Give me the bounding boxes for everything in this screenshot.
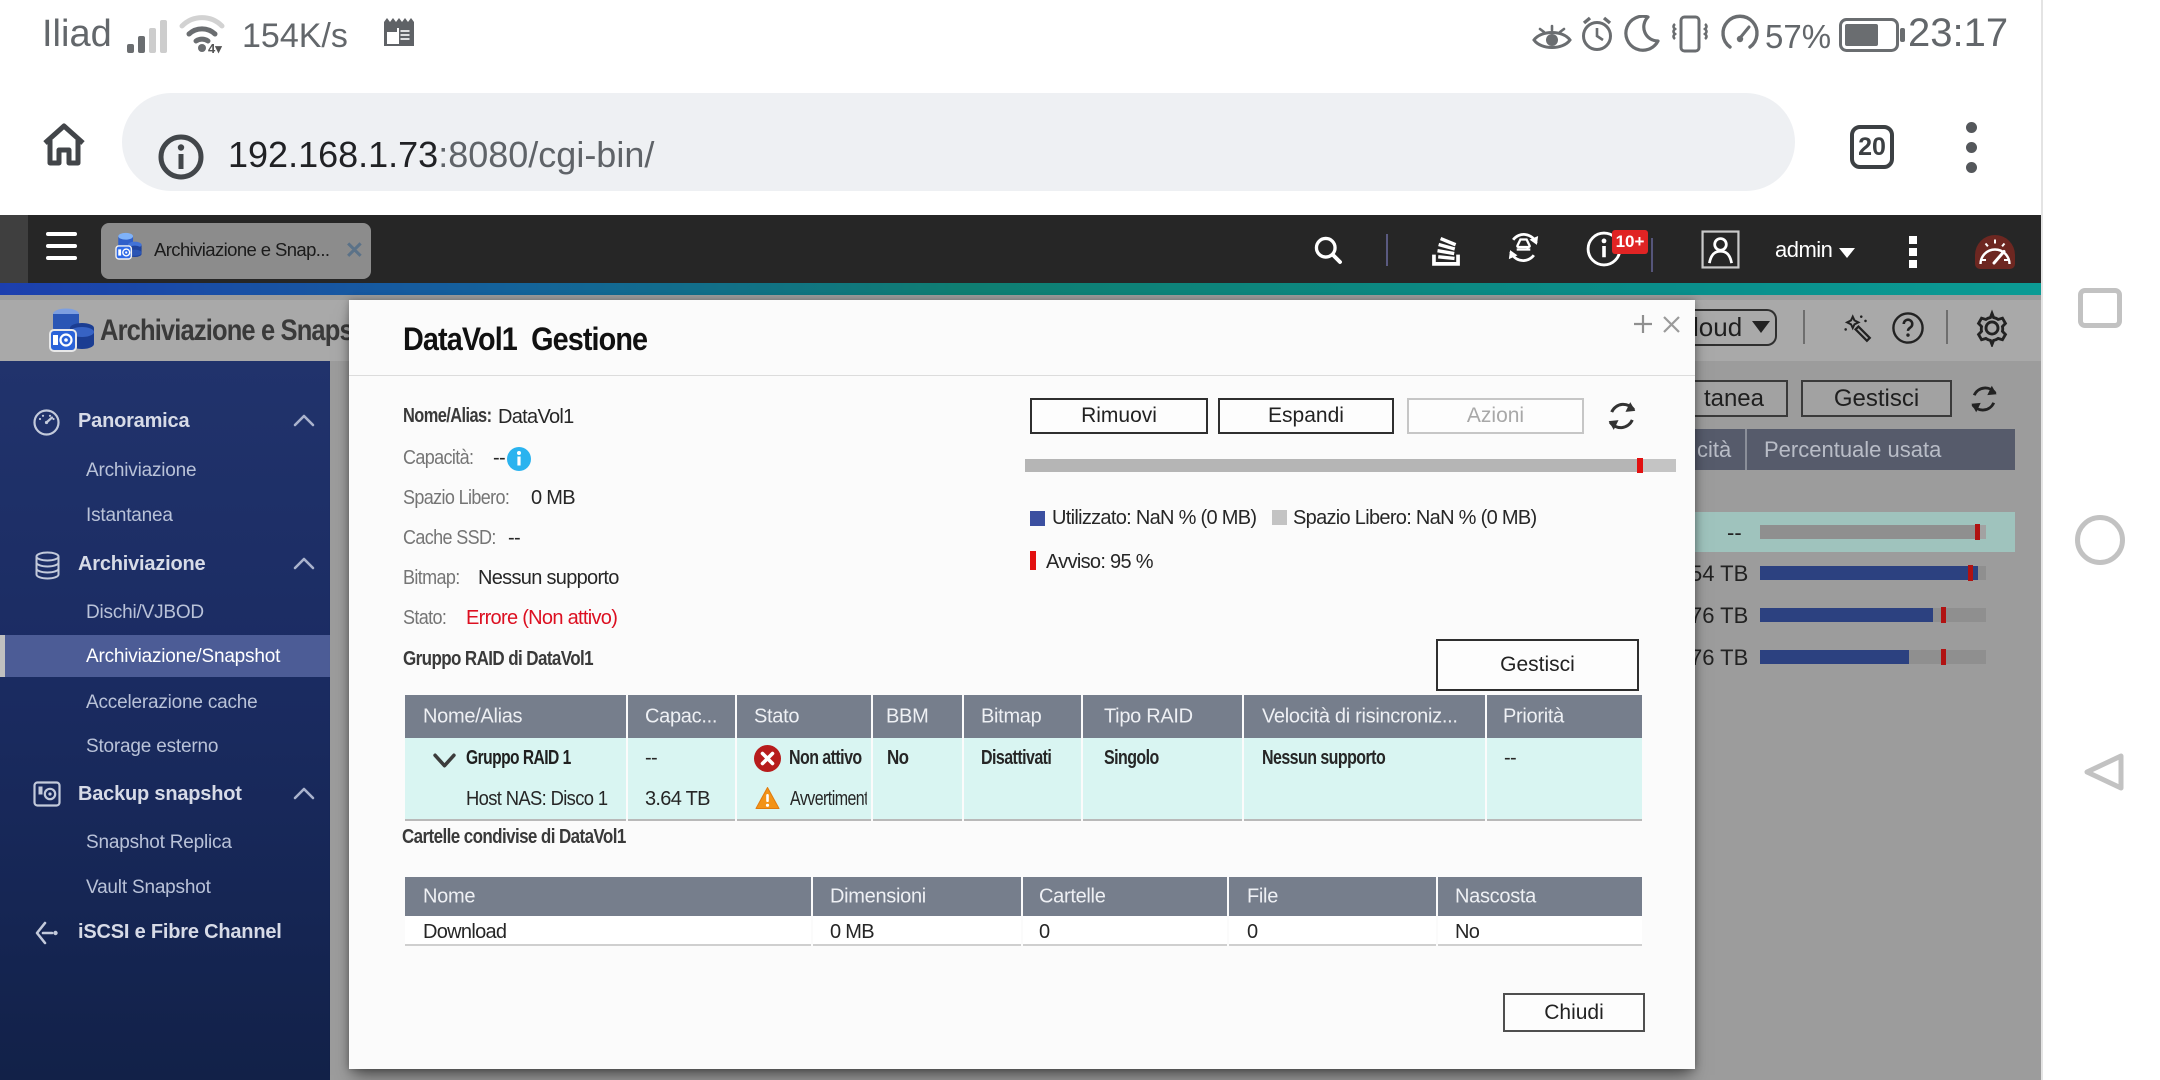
svg-text:4▾: 4▾ [208, 41, 222, 54]
